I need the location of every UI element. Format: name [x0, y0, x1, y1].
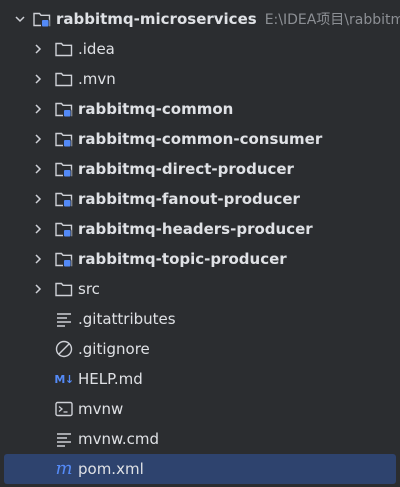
tree-item-label: mvnw [78, 400, 124, 418]
module-folder-icon [54, 99, 74, 119]
tree-item-label: .mvn [78, 70, 116, 88]
project-root-label: rabbitmq-microservices E:\IDEA项目\rabbitm [56, 4, 400, 34]
tree-item-label: pom.xml [78, 460, 144, 478]
tree-item-label: rabbitmq-common-consumer [78, 130, 323, 148]
tree-item-src[interactable]: src [0, 274, 400, 304]
module-folder-icon [54, 129, 74, 149]
project-tree: rabbitmq-microservices E:\IDEA项目\rabbitm … [0, 0, 400, 487]
tree-item-label: rabbitmq-direct-producer [78, 160, 294, 178]
project-path: E:\IDEA项目\rabbitm [264, 11, 400, 28]
tree-item-mvnw[interactable]: mvnw [0, 394, 400, 424]
ignore-file-icon [54, 339, 74, 359]
tree-item-rabbitmq-common-consumer[interactable]: rabbitmq-common-consumer [0, 124, 400, 154]
tree-item-label: mvnw.cmd [78, 430, 160, 448]
tree-root-row[interactable]: rabbitmq-microservices E:\IDEA项目\rabbitm [0, 4, 400, 34]
module-folder-icon [54, 219, 74, 239]
text-file-icon [54, 309, 74, 329]
chevron-right-icon[interactable] [32, 133, 44, 145]
tree-item-label: .gitignore [78, 340, 150, 358]
tree-item-label: .idea [78, 40, 115, 58]
maven-icon: m [55, 458, 73, 479]
tree-item-label: .gitattributes [78, 310, 176, 328]
chevron-right-icon[interactable] [32, 43, 44, 55]
chevron-right-icon[interactable] [32, 253, 44, 265]
chevron-right-icon[interactable] [32, 223, 44, 235]
module-folder-icon [54, 159, 74, 179]
markdown-icon: M↓ [54, 372, 74, 386]
folder-icon [54, 39, 74, 59]
tree-item-gitignore[interactable]: .gitignore [0, 334, 400, 364]
chevron-right-icon[interactable] [32, 283, 44, 295]
chevron-right-icon[interactable] [32, 193, 44, 205]
tree-item-rabbitmq-fanout-producer[interactable]: rabbitmq-fanout-producer [0, 184, 400, 214]
tree-item-label: rabbitmq-fanout-producer [78, 190, 300, 208]
tree-item-label: rabbitmq-common [78, 100, 234, 118]
module-folder-icon [54, 189, 74, 209]
chevron-right-icon[interactable] [32, 163, 44, 175]
tree-item-rabbitmq-headers-producer[interactable]: rabbitmq-headers-producer [0, 214, 400, 244]
module-folder-icon [32, 9, 52, 29]
tree-item-label: HELP.md [78, 370, 143, 388]
folder-icon [54, 279, 74, 299]
text-file-icon [54, 429, 74, 449]
tree-item-label: src [78, 280, 100, 298]
chevron-right-icon[interactable] [32, 103, 44, 115]
terminal-icon [54, 399, 74, 419]
tree-item-label: rabbitmq-topic-producer [78, 250, 287, 268]
tree-item-help-md[interactable]: M↓ HELP.md [0, 364, 400, 394]
tree-item-rabbitmq-topic-producer[interactable]: rabbitmq-topic-producer [0, 244, 400, 274]
tree-item-rabbitmq-common[interactable]: rabbitmq-common [0, 94, 400, 124]
tree-item-gitattributes[interactable]: .gitattributes [0, 304, 400, 334]
tree-item-mvn[interactable]: .mvn [0, 64, 400, 94]
chevron-right-icon[interactable] [32, 73, 44, 85]
project-name: rabbitmq-microservices [56, 9, 257, 28]
tree-item-rabbitmq-direct-producer[interactable]: rabbitmq-direct-producer [0, 154, 400, 184]
tree-item-label: rabbitmq-headers-producer [78, 220, 313, 238]
tree-item-mvnw-cmd[interactable]: mvnw.cmd [0, 424, 400, 454]
tree-item-pom-xml[interactable]: m pom.xml [4, 454, 396, 484]
chevron-down-icon[interactable] [14, 13, 26, 25]
folder-icon [54, 69, 74, 89]
tree-item-idea[interactable]: .idea [0, 34, 400, 64]
module-folder-icon [54, 249, 74, 269]
